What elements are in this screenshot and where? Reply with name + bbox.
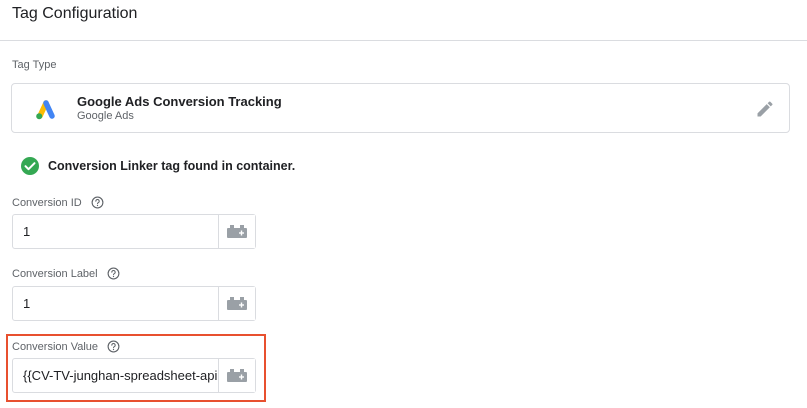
conversion-label-variable-button[interactable] [218, 287, 255, 320]
check-circle-icon [21, 157, 39, 175]
conversion-label-input[interactable] [13, 287, 218, 320]
tag-configuration-panel: Tag Configuration Tag Type Google Ads Co… [0, 0, 807, 408]
conversion-id-input[interactable] [13, 215, 218, 248]
pencil-icon[interactable] [755, 99, 775, 119]
conversion-id-variable-button[interactable] [218, 215, 255, 248]
tag-type-card[interactable]: Google Ads Conversion Tracking Google Ad… [11, 83, 790, 133]
conversion-value-input[interactable] [13, 359, 218, 392]
variable-picker-icon [227, 225, 247, 238]
conversion-value-label: Conversion Value [12, 340, 120, 353]
conversion-label-field [12, 286, 256, 321]
conversion-value-variable-button[interactable] [218, 359, 255, 392]
conversion-label-label: Conversion Label [12, 267, 120, 280]
tag-type-provider: Google Ads [77, 110, 134, 122]
help-circle-icon[interactable] [91, 196, 104, 209]
tag-type-label: Tag Type [12, 59, 57, 71]
status-message: Conversion Linker tag found in container… [48, 159, 296, 173]
conversion-value-field [12, 358, 256, 393]
variable-picker-icon [227, 369, 247, 382]
tag-type-name: Google Ads Conversion Tracking [77, 94, 282, 109]
conversion-id-label-text: Conversion ID [12, 197, 82, 209]
conversion-value-label-text: Conversion Value [12, 341, 99, 353]
conversion-label-label-text: Conversion Label [12, 268, 98, 280]
help-circle-icon[interactable] [107, 267, 120, 280]
conversion-id-label: Conversion ID [12, 196, 104, 209]
conversion-id-field [12, 214, 256, 249]
google-ads-logo-icon [36, 100, 55, 120]
variable-picker-icon [227, 297, 247, 310]
panel-header: Tag Configuration [0, 0, 807, 41]
panel-title: Tag Configuration [12, 5, 138, 22]
help-circle-icon[interactable] [107, 340, 120, 353]
